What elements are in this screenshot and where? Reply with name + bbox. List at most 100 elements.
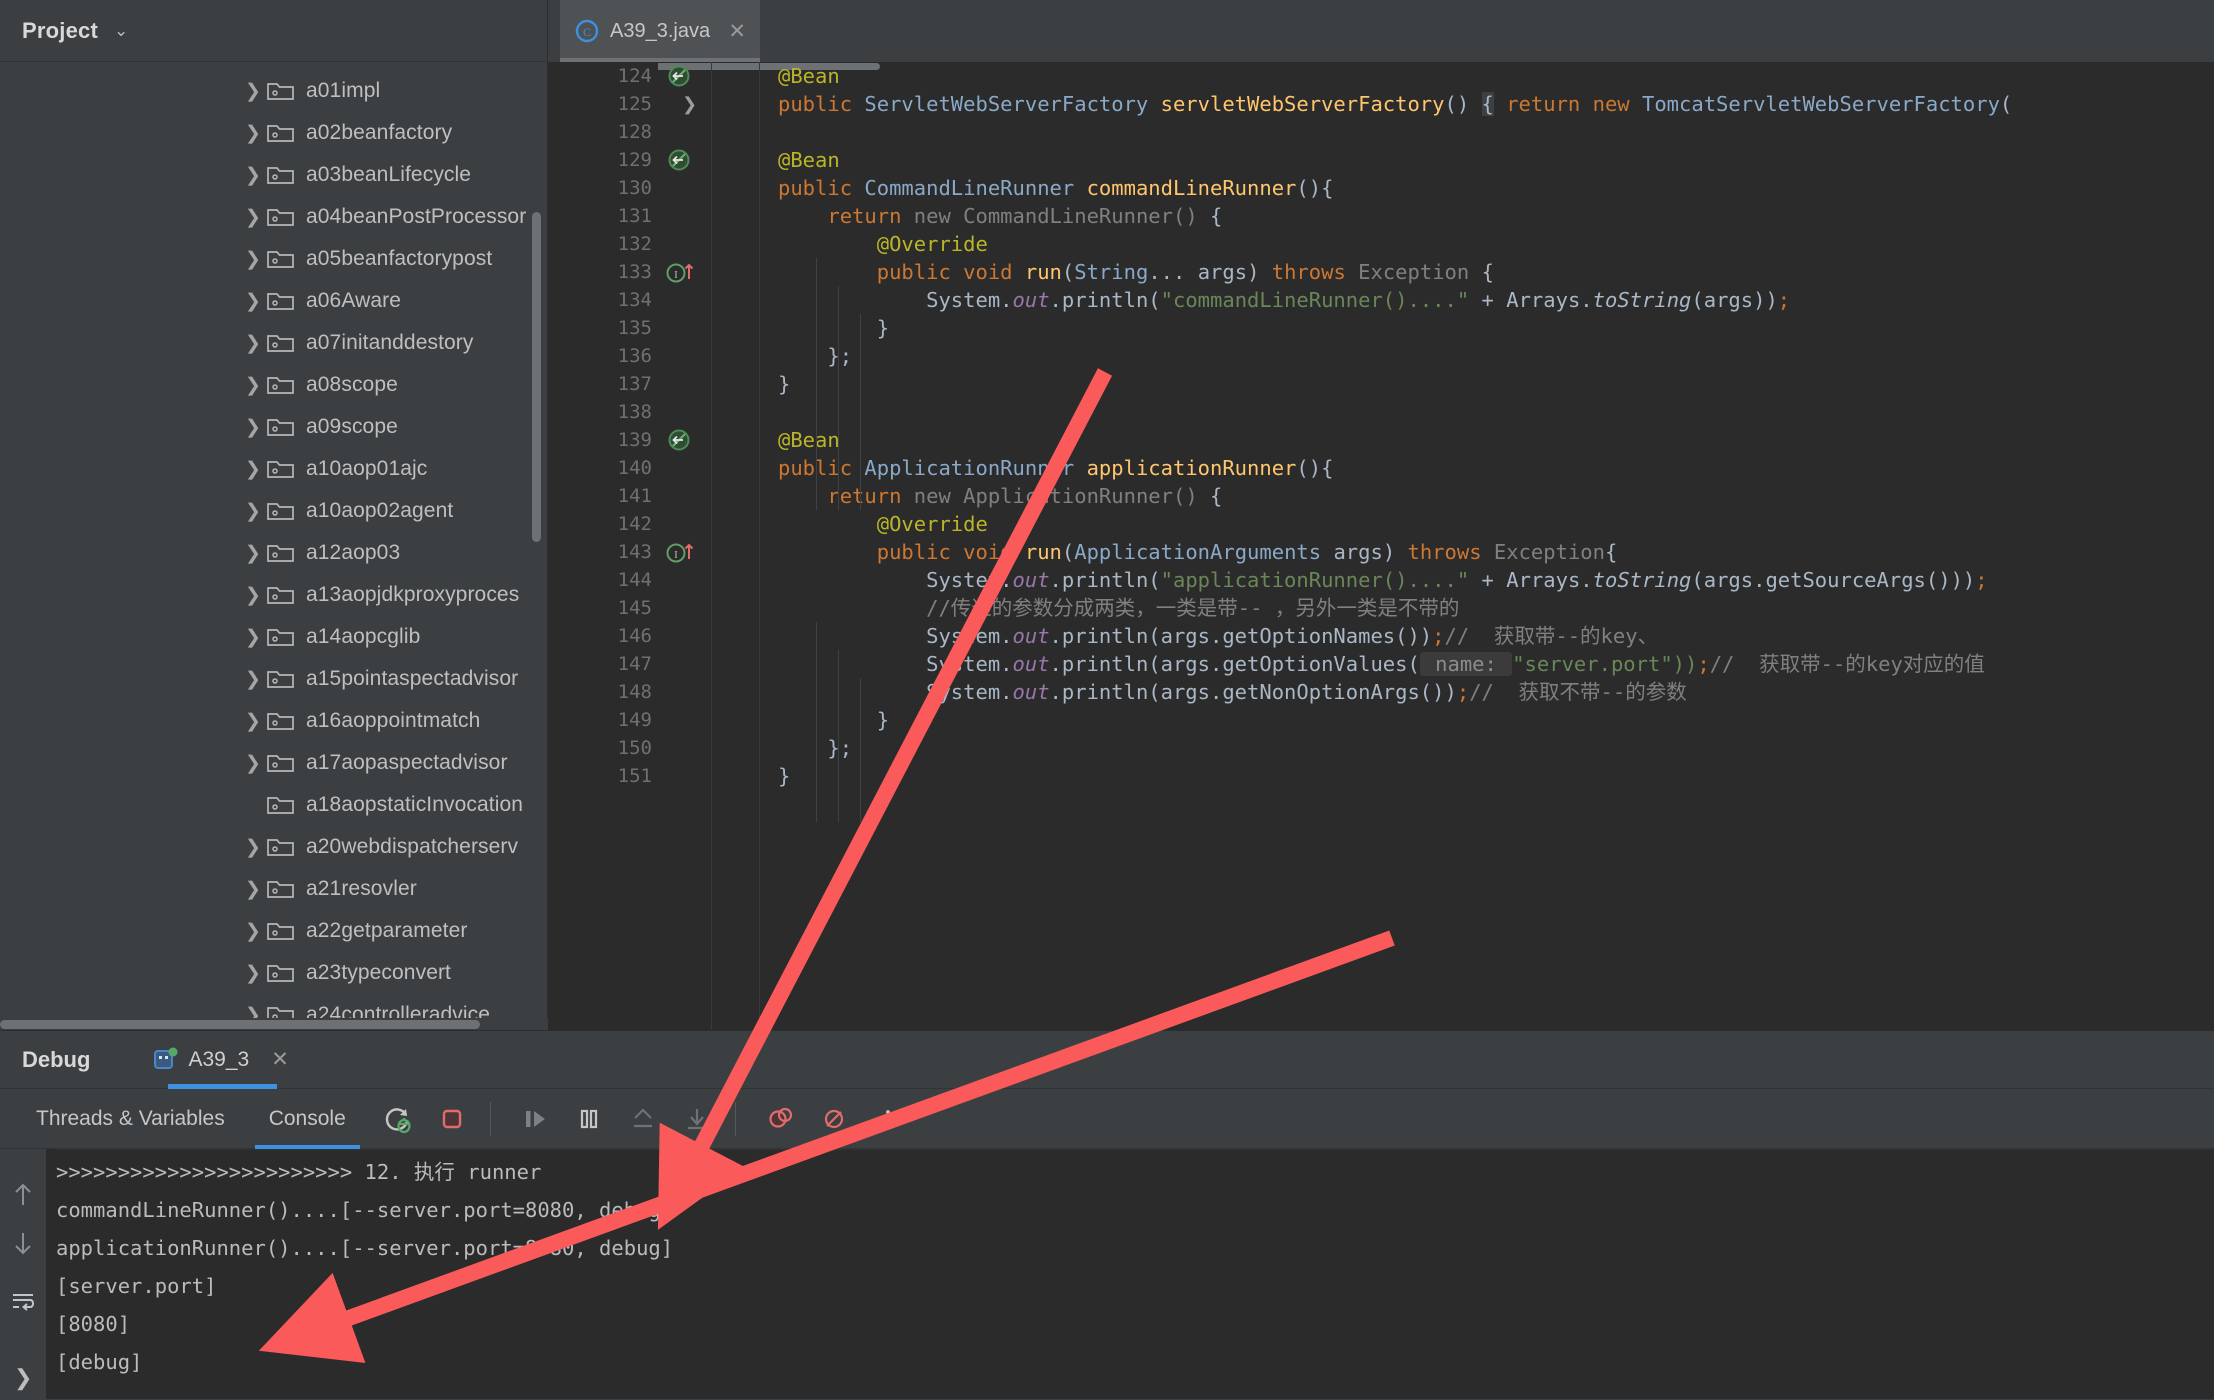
code-line-133[interactable]: public void run(String... args) throws E… — [548, 258, 2214, 286]
tree-item-a01impl[interactable]: ❯ a01impl — [0, 70, 547, 112]
tree-item-a03beanlifecycle[interactable]: ❯ a03beanLifecycle — [0, 154, 547, 196]
code-line-137[interactable]: } — [548, 370, 2214, 398]
tree-item-a14aopcglib[interactable]: ❯ a14aopcglib — [0, 616, 547, 658]
code-line-131[interactable]: return new CommandLineRunner() { — [548, 202, 2214, 230]
tree-item-a17aopaspectadvisor[interactable]: ❯ a17aopaspectadvisor — [0, 742, 547, 784]
more-options-icon[interactable] — [864, 1095, 912, 1143]
expand-arrow-icon[interactable]: ❯ — [240, 628, 266, 647]
close-icon[interactable]: ✕ — [728, 21, 746, 42]
expand-arrow-icon[interactable]: ❯ — [240, 502, 266, 521]
tree-item-a20webdispatcherserv[interactable]: ❯ a20webdispatcherserv — [0, 826, 547, 868]
expand-arrow-icon[interactable]: ❯ — [240, 250, 266, 269]
tree-item-a05beanfactorypost[interactable]: ❯ a05beanfactorypost — [0, 238, 547, 280]
code-line-130[interactable]: public CommandLineRunner commandLineRunn… — [548, 174, 2214, 202]
tree-item-a16aoppointmatch[interactable]: ❯ a16aoppointmatch — [0, 700, 547, 742]
code-line-125[interactable]: public ServletWebServerFactory servletWe… — [548, 90, 2214, 118]
tree-item-a09scope[interactable]: ❯ a09scope — [0, 406, 547, 448]
expand-arrow-icon[interactable]: ❯ — [240, 922, 266, 941]
resume-program-icon[interactable] — [511, 1095, 559, 1143]
code-line-147[interactable]: System.out.println(args.getOptionValues(… — [548, 650, 2214, 678]
tree-item-a21resovler[interactable]: ❯ a21resovler — [0, 868, 547, 910]
code-area[interactable]: 124 125 128 129 130 131 132 133 I 134 135 136 137 138… — [548, 62, 2214, 1030]
mute-breakpoints-icon[interactable] — [756, 1095, 804, 1143]
code-line-146[interactable]: System.out.println(args.getOptionNames()… — [548, 622, 2214, 650]
tree-item-a10aop01ajc[interactable]: ❯ a10aop01ajc — [0, 448, 547, 490]
code-text[interactable]: @Bean public ServletWebServerFactory serv… — [548, 62, 2214, 1030]
expand-arrow-icon[interactable]: ❯ — [240, 376, 266, 395]
project-tree-hscrollbar[interactable] — [0, 1018, 548, 1030]
tree-item-a18aopstaticinvocation[interactable]: ❯a18aopstaticInvocation — [0, 784, 547, 826]
code-line-138[interactable] — [548, 398, 2214, 426]
stop-icon[interactable] — [428, 1095, 476, 1143]
project-tree[interactable]: ❯ a01impl ❯ a02beanfactory ❯ a03beanLifecycle… — [0, 62, 547, 1030]
code-line-149[interactable]: } — [548, 706, 2214, 734]
expand-arrow-icon[interactable]: ❯ — [240, 334, 266, 353]
tree-item-a15pointaspectadvisor[interactable]: ❯ a15pointaspectadvisor — [0, 658, 547, 700]
expand-arrow-icon[interactable]: ❯ — [240, 82, 266, 101]
tree-item-a23typeconvert[interactable]: ❯ a23typeconvert — [0, 952, 547, 994]
console-output[interactable]: >>>>>>>>>>>>>>>>>>>>>>>> 12. 执行 runner co… — [56, 1149, 2214, 1399]
expand-arrow-icon[interactable]: ❯ — [240, 460, 266, 479]
expand-arrow-icon[interactable]: ❯ — [240, 670, 266, 689]
code-line-132[interactable]: @Override — [548, 230, 2214, 258]
tree-item-a10aop02agent[interactable]: ❯ a10aop02agent — [0, 490, 547, 532]
tree-item-a06aware[interactable]: ❯ a06Aware — [0, 280, 547, 322]
code-line-145[interactable]: //传递的参数分成两类，一类是带-- ，另外一类是不带的 — [548, 594, 2214, 622]
code-line-142[interactable]: @Override — [548, 510, 2214, 538]
code-line-140[interactable]: public ApplicationRunner applicationRunn… — [548, 454, 2214, 482]
expand-arrow-icon[interactable]: ❯ — [240, 292, 266, 311]
code-line-124[interactable]: @Bean — [548, 62, 2214, 90]
code-line-150[interactable]: }; — [548, 734, 2214, 762]
tree-item-a12aop03[interactable]: ❯ a12aop03 — [0, 532, 547, 574]
soft-wrap-icon[interactable] — [0, 1277, 46, 1325]
tree-item-a02beanfactory[interactable]: ❯ a02beanfactory — [0, 112, 547, 154]
code-line-134[interactable]: System.out.println("commandLineRunner().… — [548, 286, 2214, 314]
code-line-139[interactable]: @Bean — [548, 426, 2214, 454]
expand-arrow-icon[interactable]: ❯ — [240, 208, 266, 227]
console-body[interactable]: >>>>>>>>>>>>>>>>>>>>>>>> 12. 执行 runner co… — [0, 1149, 2214, 1399]
pause-program-icon[interactable] — [565, 1095, 613, 1143]
expand-arrow-icon[interactable]: ❯ — [240, 124, 266, 143]
rerun-debug-icon[interactable] — [374, 1095, 422, 1143]
code-line-141[interactable]: return new ApplicationRunner() { — [548, 482, 2214, 510]
step-into-icon[interactable] — [673, 1095, 721, 1143]
project-tree-hscroll-thumb[interactable] — [0, 1020, 480, 1029]
project-tree-scrollbar[interactable] — [532, 212, 541, 542]
tree-item-a22getparameter[interactable]: ❯ a22getparameter — [0, 910, 547, 952]
tree-item-a04beanpostprocessor[interactable]: ❯ a04beanPostProcessor — [0, 196, 547, 238]
code-line-129[interactable]: @Bean — [548, 146, 2214, 174]
step-out-icon[interactable] — [619, 1095, 667, 1143]
expand-arrow-icon[interactable]: ❯ — [240, 544, 266, 563]
code-line-135[interactable]: } — [548, 314, 2214, 342]
tab-console[interactable]: Console — [247, 1089, 368, 1149]
tab-threads-and-variables[interactable]: Threads & Variables — [14, 1089, 247, 1149]
expand-arrow-icon[interactable]: ❯ — [240, 586, 266, 605]
code-line-143[interactable]: public void run(ApplicationArguments arg… — [548, 538, 2214, 566]
code-line-136[interactable]: }; — [548, 342, 2214, 370]
tree-item-label: a18aopstaticInvocation — [306, 793, 524, 816]
expand-arrow-icon[interactable]: ❯ — [240, 712, 266, 731]
close-icon[interactable]: ✕ — [271, 1047, 289, 1072]
tree-item-a07initanddestory[interactable]: ❯ a07initanddestory — [0, 322, 547, 364]
tree-item-a13aopjdkproxyproces[interactable]: ❯ a13aopjdkproxyproces — [0, 574, 547, 616]
expand-arrow-icon[interactable]: ❯ — [240, 166, 266, 185]
tree-item-a08scope[interactable]: ❯ a08scope — [0, 364, 547, 406]
code-line-151[interactable]: } — [548, 762, 2214, 790]
expand-arrow-icon[interactable]: ❯ — [240, 754, 266, 773]
debug-session-tab[interactable]: A39_3 ✕ — [152, 1031, 289, 1089]
expand-arrow-icon[interactable]: ❯ — [240, 418, 266, 437]
code-line-144[interactable]: System.out.println("applicationRunner().… — [548, 566, 2214, 594]
editor-tab-a39-3[interactable]: C A39_3.java ✕ — [560, 0, 760, 62]
chevron-down-icon[interactable]: ⌄ — [114, 22, 128, 39]
scroll-down-icon[interactable] — [0, 1219, 46, 1267]
project-panel-header[interactable]: Project ⌄ — [0, 0, 547, 62]
view-breakpoints-icon[interactable] — [810, 1095, 858, 1143]
scroll-up-icon[interactable] — [0, 1171, 46, 1219]
expand-arrow-icon[interactable]: ❯ — [240, 964, 266, 983]
chevron-right-icon[interactable]: ❯ — [14, 1365, 32, 1391]
expand-arrow-icon[interactable]: ❯ — [240, 838, 266, 857]
debug-session-label: A39_3 — [188, 1047, 250, 1071]
code-line-148[interactable]: System.out.println(args.getNonOptionArgs… — [548, 678, 2214, 706]
expand-arrow-icon[interactable]: ❯ — [240, 880, 266, 899]
code-line-128[interactable] — [548, 118, 2214, 146]
